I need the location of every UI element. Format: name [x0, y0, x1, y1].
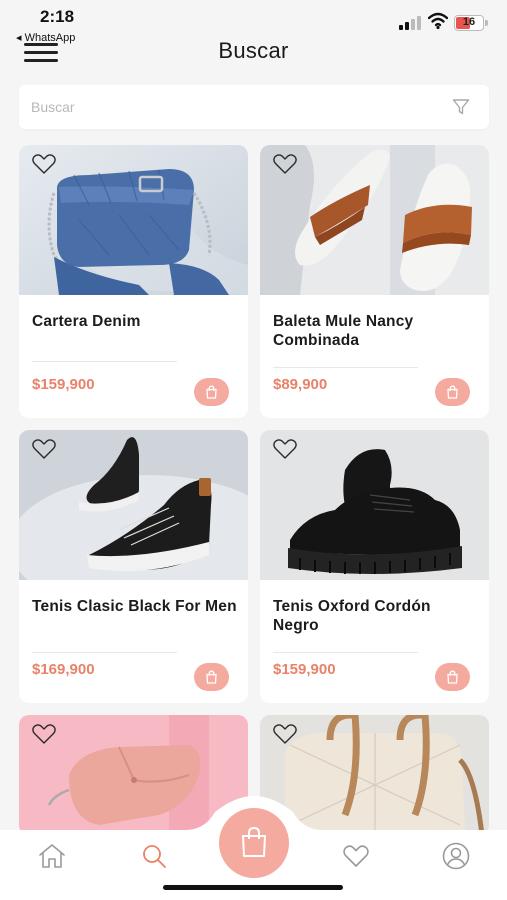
- divider: [32, 361, 177, 362]
- product-card[interactable]: Tenis Clasic Black For Men $169,900: [19, 430, 248, 703]
- product-price: $89,900: [273, 376, 328, 393]
- product-price: $169,900: [32, 661, 95, 678]
- page-title: Buscar: [218, 38, 289, 63]
- add-to-cart-button[interactable]: [194, 663, 229, 691]
- product-name: Tenis Oxford Cordón Negro: [273, 598, 431, 634]
- product-name: Baleta Mule Nancy Combinada: [273, 313, 414, 349]
- favorite-heart-icon[interactable]: [31, 438, 57, 460]
- divider: [273, 367, 418, 368]
- search-input[interactable]: [31, 85, 431, 129]
- product-price: $159,900: [32, 376, 95, 393]
- divider: [32, 652, 177, 653]
- favorite-heart-icon[interactable]: [272, 153, 298, 175]
- shopping-bag-icon: [242, 826, 266, 857]
- battery-level: 16: [462, 16, 476, 28]
- profile-icon[interactable]: [441, 842, 471, 870]
- filter-funnel-icon[interactable]: [452, 98, 470, 116]
- favorite-heart-icon[interactable]: [31, 723, 57, 745]
- product-name: Tenis Clasic Black For Men: [32, 598, 237, 615]
- shopping-bag-button[interactable]: [219, 808, 289, 878]
- wifi-icon: [428, 12, 448, 30]
- product-price: $159,900: [273, 661, 336, 678]
- add-to-cart-button[interactable]: [435, 663, 470, 691]
- battery-icon: 16: [454, 15, 488, 31]
- status-time: 2:18: [40, 7, 75, 26]
- add-to-cart-button[interactable]: [435, 378, 470, 406]
- search-icon[interactable]: [139, 842, 169, 870]
- home-indicator: [163, 885, 343, 890]
- add-to-cart-button[interactable]: [194, 378, 229, 406]
- favorite-heart-icon[interactable]: [272, 723, 298, 745]
- home-icon[interactable]: [37, 842, 67, 870]
- product-card[interactable]: Baleta Mule Nancy Combinada $89,900: [260, 145, 489, 418]
- divider: [273, 652, 418, 653]
- favorite-heart-icon[interactable]: [272, 438, 298, 460]
- favorite-heart-icon[interactable]: [31, 153, 57, 175]
- heart-icon[interactable]: [341, 842, 371, 870]
- product-name: Cartera Denim: [32, 313, 141, 330]
- product-card[interactable]: Cartera Denim $159,900: [19, 145, 248, 418]
- cell-signal-icon: [399, 16, 423, 30]
- product-card[interactable]: Tenis Oxford Cordón Negro $159,900: [260, 430, 489, 703]
- search-bar: [19, 85, 489, 129]
